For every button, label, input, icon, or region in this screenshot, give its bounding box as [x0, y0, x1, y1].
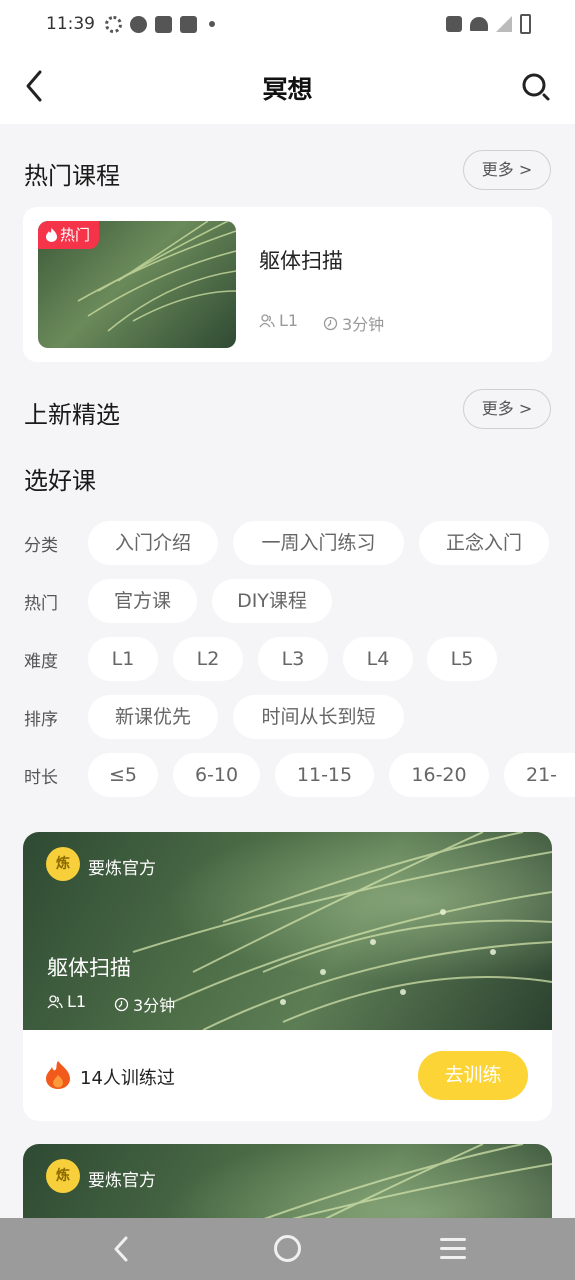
hot-course-thumbnail: 热门 [38, 221, 236, 348]
signal-icon [496, 16, 512, 32]
hot-tag-label: 热门 [60, 226, 91, 244]
page-title: 冥想 [262, 75, 313, 104]
filter-label: 热门 [24, 594, 58, 614]
course-card[interactable]: 炼 要炼官方 躯体扫描 L1 3分钟 14人训练过 去训练 [23, 832, 552, 1121]
filter-chip[interactable]: 时间从长到短 [233, 695, 404, 739]
hot-course-level: L1 [259, 311, 298, 330]
picker-title: 选好课 [24, 467, 96, 495]
filter-chip[interactable]: 11-15 [275, 753, 374, 797]
filter-chip[interactable]: DIY课程 [212, 579, 332, 623]
course-level: L1 [47, 992, 86, 1011]
search-icon[interactable] [521, 72, 551, 102]
nav-back-icon[interactable] [110, 1234, 134, 1264]
course-name: 躯体扫描 [47, 956, 131, 980]
hot-courses-title: 热门课程 [24, 162, 120, 190]
status-time: 11:39 [46, 14, 95, 34]
filter-row-sort: 排序 新课优先 时间从长到短 [0, 695, 575, 739]
clock-icon [114, 997, 129, 1011]
filter-label: 排序 [24, 710, 58, 730]
filter-chip[interactable]: 正念入门 [419, 521, 549, 565]
filter-chip[interactable]: 21- [504, 753, 575, 797]
users-icon [47, 994, 63, 1008]
wifi-icon [470, 17, 488, 31]
hot-tag: 热门 [38, 221, 100, 249]
trained-count: 14人训练过 [80, 1068, 175, 1089]
users-icon [259, 313, 275, 327]
filter-chip[interactable]: L2 [173, 637, 243, 681]
nav-home-icon[interactable] [274, 1235, 301, 1262]
course-level-text: L1 [67, 992, 87, 1011]
app-header: 冥想 [0, 48, 575, 124]
more-notifications-dot-icon [209, 21, 215, 27]
filter-chip[interactable]: 一周入门练习 [233, 521, 404, 565]
author-avatar: 炼 [46, 1159, 80, 1193]
clock-icon [323, 316, 338, 330]
vibrate-icon [446, 16, 462, 32]
filter-chip[interactable]: 官方课 [88, 579, 197, 623]
status-notification-icons [105, 15, 215, 33]
hot-course-level-text: L1 [279, 311, 299, 330]
filter-chip[interactable]: 6-10 [173, 753, 260, 797]
hot-courses-more-button[interactable]: 更多 > [463, 150, 551, 190]
flame-icon [46, 1061, 70, 1089]
hot-course-name: 躯体扫描 [259, 249, 343, 273]
shop-notification-icon [155, 15, 172, 33]
status-system-icons [446, 14, 531, 34]
shop-notification-icon-2 [180, 15, 197, 33]
new-picks-more-button[interactable]: 更多 > [463, 389, 551, 429]
filter-row-popular: 热门 官方课 DIY课程 [0, 579, 575, 623]
course-duration: 3分钟 [114, 992, 175, 1016]
battery-icon [520, 14, 531, 34]
filter-chip[interactable]: L4 [343, 637, 413, 681]
nav-recents-icon[interactable] [440, 1238, 466, 1260]
filter-chip[interactable]: L1 [88, 637, 158, 681]
filter-label: 难度 [24, 652, 58, 672]
hot-course-card[interactable]: 热门 躯体扫描 L1 3分钟 [23, 207, 552, 362]
filter-label: 分类 [24, 536, 58, 556]
new-picks-title: 上新精选 [24, 401, 120, 429]
hot-course-duration-text: 3分钟 [342, 315, 385, 334]
filter-label: 时长 [24, 768, 58, 788]
course-duration-text: 3分钟 [133, 996, 176, 1015]
author-name: 要炼官方 [88, 859, 156, 879]
app-notification-icon [130, 15, 147, 33]
settings-notification-icon [105, 15, 122, 33]
filter-chip[interactable]: 16-20 [389, 753, 489, 797]
filter-chip[interactable]: L5 [427, 637, 497, 681]
filter-row-category: 分类 入门介绍 一周入门练习 正念入门 [0, 521, 575, 565]
filter-chip[interactable]: ≤5 [88, 753, 158, 797]
filter-row-duration: 时长 ≤5 6-10 11-15 16-20 21- [0, 753, 575, 797]
flame-icon [46, 228, 57, 242]
filter-chip[interactable]: L3 [258, 637, 328, 681]
author-avatar: 炼 [46, 847, 80, 881]
filter-chip[interactable]: 新课优先 [88, 695, 218, 739]
status-bar: 11:39 [0, 0, 575, 48]
system-nav-bar [0, 1218, 575, 1280]
start-training-button[interactable]: 去训练 [418, 1051, 528, 1100]
author-name: 要炼官方 [88, 1171, 156, 1191]
filter-row-difficulty: 难度 L1 L2 L3 L4 L5 [0, 637, 575, 681]
hot-course-duration: 3分钟 [323, 311, 384, 335]
filter-chip[interactable]: 入门介绍 [88, 521, 218, 565]
